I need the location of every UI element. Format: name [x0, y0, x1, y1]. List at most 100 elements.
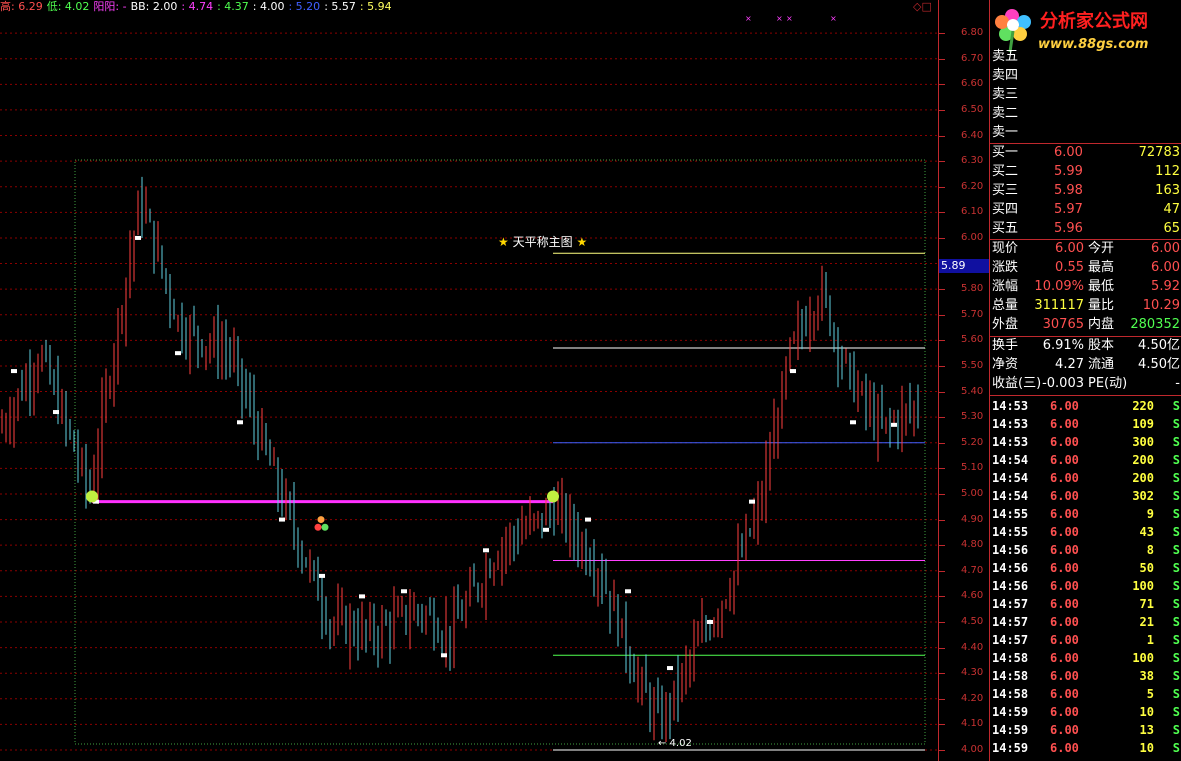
trade-volume: 10	[1139, 705, 1154, 719]
finance-row: 换手 6.91% 股本 4.50亿	[992, 337, 1180, 355]
trade-row: 14:57 6.00 71 S	[992, 595, 1180, 613]
axis-tick	[939, 391, 945, 393]
trade-volume: 300	[1132, 435, 1154, 449]
axis-tick	[939, 570, 945, 572]
trade-price: 6.00	[1050, 651, 1079, 665]
axis-tick	[939, 698, 945, 700]
trade-row: 14:54 6.00 200 S	[992, 469, 1180, 487]
stat-value: 0.55	[1055, 260, 1084, 275]
trade-time: 14:56	[992, 579, 1029, 593]
trade-row: 14:57 6.00 21 S	[992, 613, 1180, 631]
axis-tick-label: 6.80	[961, 27, 984, 39]
panel-divider	[990, 239, 1181, 240]
stat-label: 内盘	[1088, 317, 1115, 332]
trade-side: S	[1172, 543, 1180, 557]
trade-price: 6.00	[1050, 435, 1079, 449]
price-axis: 6.806.706.606.506.406.306.206.106.005.90…	[938, 0, 989, 761]
axis-tick	[939, 596, 945, 598]
trade-row: 14:54 6.00 200 S	[992, 451, 1180, 469]
sell-label: 卖四	[992, 68, 1019, 83]
buy-row: 买三 5.98 163	[992, 182, 1180, 200]
axis-tick-label: 6.10	[961, 206, 984, 218]
trade-time: 14:58	[992, 669, 1029, 683]
buy-label: 买五	[992, 221, 1019, 236]
signal-marker	[625, 589, 631, 594]
trade-time: 14:59	[992, 741, 1029, 755]
trade-side: S	[1172, 579, 1180, 593]
trade-volume: 302	[1132, 489, 1154, 503]
flower-icon	[995, 9, 1031, 53]
finance-label: 净资	[992, 357, 1019, 372]
trade-time: 14:58	[992, 687, 1029, 701]
finance-value: 4.50亿	[1138, 357, 1180, 372]
buy-price: 5.98	[1054, 183, 1083, 198]
price-chart[interactable]: × × × ×	[0, 0, 938, 761]
signal-marker	[279, 517, 285, 522]
stat-label: 外盘	[992, 317, 1019, 332]
axis-tick	[939, 750, 945, 751]
finance-row: 收益(三) -0.003 PE(动) -	[992, 375, 1180, 393]
stat-value: 6.00	[1151, 241, 1180, 256]
chart-title-text: 天平称主图	[512, 235, 573, 249]
axis-tick-label: 5.80	[961, 283, 984, 295]
finance-value: 4.27	[1055, 357, 1084, 372]
trade-row: 14:56 6.00 8 S	[992, 541, 1180, 559]
stat-label: 涨幅	[992, 279, 1019, 294]
axis-tick-label: 5.00	[961, 487, 984, 499]
signal-marker	[237, 420, 243, 425]
trade-side: S	[1172, 615, 1180, 629]
stat-label: 量比	[1088, 298, 1115, 313]
axis-tick	[939, 340, 945, 342]
trade-side: S	[1172, 435, 1180, 449]
trade-side: S	[1172, 741, 1180, 755]
trade-price: 6.00	[1050, 597, 1079, 611]
trade-row: 14:54 6.00 302 S	[992, 487, 1180, 505]
trade-side: S	[1172, 507, 1180, 521]
trade-time: 14:54	[992, 453, 1029, 467]
trade-side: S	[1172, 471, 1180, 485]
axis-tick	[939, 442, 945, 444]
trade-row: 14:57 6.00 1 S	[992, 631, 1180, 649]
stat-value: 311117	[1034, 298, 1084, 313]
finance-value: -	[1175, 376, 1180, 391]
trade-price: 6.00	[1050, 525, 1079, 539]
signal-marker	[850, 420, 856, 425]
stat-label: 涨跌	[992, 260, 1019, 275]
trade-time: 14:57	[992, 633, 1029, 647]
trade-time: 14:57	[992, 597, 1029, 611]
trade-volume: 9	[1146, 507, 1154, 521]
cross-marker: ×	[745, 14, 752, 23]
stat-label: 今开	[1088, 241, 1115, 256]
signal-marker	[483, 548, 489, 553]
trade-price: 6.00	[1050, 669, 1079, 683]
cross-marker: ×	[786, 14, 793, 23]
trade-row: 14:55 6.00 9 S	[992, 505, 1180, 523]
trade-price: 6.00	[1050, 489, 1079, 503]
trade-time: 14:53	[992, 417, 1029, 431]
axis-tick	[939, 314, 945, 316]
axis-tick-label: 5.40	[961, 385, 984, 397]
axis-tick-label: 5.20	[961, 436, 984, 448]
axis-tick-label: 5.60	[961, 334, 984, 346]
axis-tick	[939, 161, 945, 163]
trade-volume: 109	[1132, 417, 1154, 431]
trade-row: 14:56 6.00 100 S	[992, 577, 1180, 595]
trade-price: 6.00	[1050, 579, 1079, 593]
fruit-icon	[314, 523, 322, 531]
axis-tick	[939, 468, 945, 470]
axis-tick	[939, 212, 945, 214]
panel-divider	[990, 395, 1181, 396]
trade-volume: 100	[1132, 651, 1154, 665]
stat-row: 涨跌 0.55 最高 6.00	[992, 259, 1180, 277]
stat-row: 外盘 30765 内盘 280352	[992, 316, 1180, 334]
stat-label: 总量	[992, 298, 1019, 313]
trade-volume: 10	[1139, 741, 1154, 755]
signal-marker	[53, 410, 59, 415]
sell-row: 卖二	[992, 105, 1180, 123]
trade-side: S	[1172, 489, 1180, 503]
stat-label: 最高	[1088, 260, 1115, 275]
finance-value: 4.50亿	[1138, 338, 1180, 353]
axis-tick-label: 6.60	[961, 78, 984, 90]
trade-volume: 5	[1146, 687, 1154, 701]
buy-volume: 65	[1163, 221, 1180, 236]
